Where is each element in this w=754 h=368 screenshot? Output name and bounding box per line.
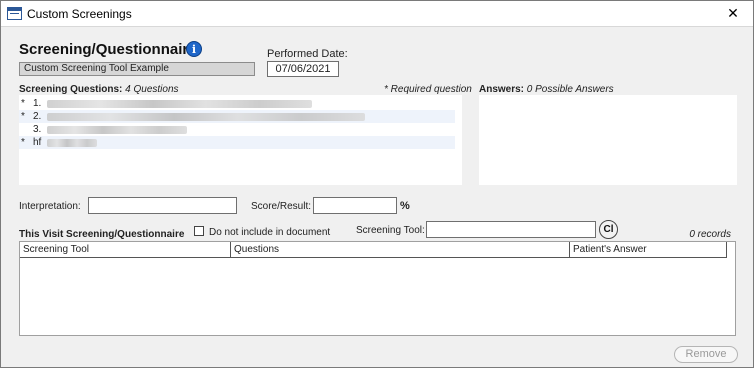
table-window-icon [7,7,22,20]
question-number: 3. [33,124,42,135]
cl-lookup-button[interactable]: Cl [599,220,618,239]
question-row[interactable]: * 1. [19,97,455,110]
column-screening-tool[interactable]: Screening Tool [20,242,231,257]
visit-screenings-table[interactable]: Screening Tool Questions Patient's Answe… [19,241,736,336]
answers-label: Answers: 0 Possible Answers [479,84,614,95]
custom-screenings-window: Custom Screenings ✕ Screening/Questionna… [0,0,754,368]
required-marker: * [21,137,25,148]
exclude-from-document-label[interactable]: Do not include in document [209,227,330,238]
records-count: 0 records [689,229,731,240]
required-marker: * [21,98,25,109]
questions-list[interactable]: * 1. * 2. 3. * hf [19,95,462,185]
screening-tool-label: Screening Tool: [356,225,425,236]
screening-questions-label: Screening Questions: 4 Questions [19,84,179,95]
question-row[interactable]: * 2. [19,110,455,123]
column-questions[interactable]: Questions [231,242,570,257]
answers-title: Answers: [479,84,525,95]
question-count: 4 Questions [125,84,179,95]
this-visit-label: This Visit Screening/Questionnaire [19,229,185,240]
performed-date-field[interactable]: 07/06/2021 [267,61,339,77]
table-header: Screening Tool Questions Patient's Answe… [20,242,727,258]
score-result-label: Score/Result: [251,201,312,212]
answer-count: 0 Possible Answers [526,84,614,95]
title-bar: Custom Screenings ✕ [1,1,753,27]
screening-questions-title: Screening Questions: [19,84,123,95]
question-row[interactable]: 3. [19,123,455,136]
close-button[interactable]: ✕ [713,1,753,26]
score-result-field[interactable] [313,197,397,214]
question-number: hf [33,137,42,148]
question-text-blurred [47,126,187,134]
required-question-note: * Required question [384,84,472,95]
answers-list[interactable] [479,95,737,185]
interpretation-field[interactable] [88,197,237,214]
screening-tool-name: Custom Screening Tool Example [19,62,255,76]
column-patients-answer[interactable]: Patient's Answer [570,242,727,257]
percent-sign: % [400,200,410,212]
question-number: 1. [33,98,42,109]
performed-date-label: Performed Date: [267,48,348,60]
question-text-blurred [47,139,97,147]
required-marker: * [21,111,25,122]
question-row[interactable]: * hf [19,136,455,149]
question-text-blurred [47,100,312,108]
exclude-from-document-checkbox[interactable] [194,226,204,236]
close-icon: ✕ [727,5,739,21]
question-number: 2. [33,111,42,122]
info-icon[interactable]: i [186,41,202,57]
screening-tool-field[interactable] [426,221,596,238]
remove-button[interactable]: Remove [674,346,738,363]
question-text-blurred [47,113,365,121]
window-title: Custom Screenings [27,7,132,21]
section-title: Screening/Questionnaire [19,41,197,58]
interpretation-label: Interpretation: [19,201,81,212]
